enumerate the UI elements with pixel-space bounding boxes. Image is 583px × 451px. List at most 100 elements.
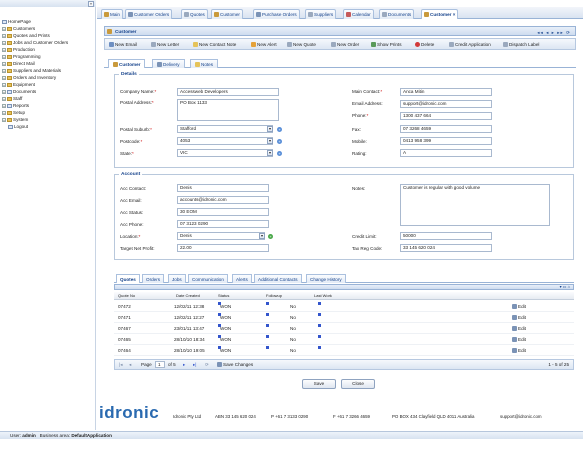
expand-icon[interactable]: + [2,61,6,66]
tab-additional-contacts[interactable]: Additional Contacts [254,274,302,283]
add-suburb-icon[interactable]: + [277,127,282,132]
expand-icon[interactable]: + [2,117,6,122]
expand-icon[interactable]: + [2,47,6,52]
tab-delivery[interactable]: Delivery [152,59,185,68]
main-contact-field[interactable]: Anca Mitin [400,88,492,96]
expand-icon[interactable]: + [2,89,6,94]
tab-change-history[interactable]: Change History [306,274,346,283]
save-changes-button[interactable]: Save Changes [217,362,253,368]
tree-item-programming[interactable]: + Programming [2,54,41,60]
company-name-field[interactable]: Accessweb Developers [177,88,279,96]
expand-icon[interactable]: + [2,75,6,80]
footer-email[interactable]: support@idronic.com [500,414,542,419]
tab-calendar[interactable]: Calendar [343,9,374,19]
tab-jobs-grid[interactable]: Jobs [168,274,186,283]
column-followup[interactable]: Followup [266,293,282,298]
acc-contact-field[interactable]: Denis [177,184,269,192]
expand-icon[interactable]: + [2,68,6,73]
grid-tools-icons[interactable]: ▾ ▭ ⌂ [560,284,570,289]
tab-customer-details[interactable]: Customer [108,59,146,68]
tab-main[interactable]: Main [101,9,123,19]
column-status[interactable]: Status [218,293,229,298]
edit-link[interactable]: Edit [512,337,526,343]
page-number-input[interactable]: 1 [155,361,165,368]
notes-field[interactable]: Customer is regular with good volume [400,184,550,226]
tree-item-suppliers[interactable]: + Suppliers and Materials [2,68,61,74]
edit-link[interactable]: Edit [512,326,526,332]
dropdown-arrow-icon[interactable]: ▾ [267,150,273,156]
new-letter-button[interactable]: New Letter [151,41,179,49]
tab-customer-orders[interactable]: Customer Orders [125,9,173,19]
tree-item-setup[interactable]: + Setup [2,110,25,116]
new-contact-note-button[interactable]: New Contact Note [193,41,236,49]
table-row[interactable]: 07467 23/01/11 13:47 WON No Edit [114,323,574,334]
table-row[interactable]: 07471 12/02/11 12:27 WON No Edit [114,312,574,323]
record-nav-icons[interactable]: ◂◂ ◂ ▸ ▸▸ ⟳ [537,28,571,37]
phone-field[interactable]: 1300 437 664 [400,112,492,120]
edit-link[interactable]: Edit [512,348,526,354]
edit-link[interactable]: Edit [512,304,526,310]
tab-quotes[interactable]: Quotes [181,9,208,19]
tree-item-direct-mail[interactable]: + Direct Mail [2,61,35,67]
edit-link[interactable]: Edit [512,315,526,321]
acc-phone-field[interactable]: 07 3123 0290 [177,220,269,228]
acc-email-field[interactable]: accounts@idronic.com [177,196,269,204]
column-last-work[interactable]: Last Work [314,293,332,298]
dispatch-label-button[interactable]: Dispatch Label [503,41,539,49]
expand-icon[interactable]: + [2,103,6,108]
acc-status-field[interactable]: 30 EOM [177,208,269,216]
refresh-icon[interactable]: ⟳ [205,362,209,368]
state-select[interactable]: VIC [177,149,273,157]
postal-address-field[interactable]: PO Box 1133 [177,99,279,121]
first-page-icon[interactable]: |◂ [119,362,123,368]
tab-communication[interactable]: Communication [188,274,228,283]
dropdown-arrow-icon[interactable]: ▾ [259,233,265,239]
close-button[interactable]: Close [341,379,375,389]
tree-item-staff[interactable]: + Staff [2,96,22,102]
close-tab-icon[interactable]: × [453,12,456,17]
tree-item-orders[interactable]: + Orders and Inventory [2,75,56,81]
tree-item-production[interactable]: + Production [2,47,35,53]
fax-field[interactable]: 07 3268 4659 [400,125,492,133]
new-alert-button[interactable]: New Alert [251,41,277,49]
column-date-created[interactable]: Date Created [176,293,200,298]
add-state-icon[interactable]: + [277,151,282,156]
tax-reg-field[interactable]: 33 145 620 024 [400,244,492,252]
show-prints-button[interactable]: Show Prints [371,41,402,49]
tab-notes[interactable]: Notes [190,59,219,68]
column-quote-no[interactable]: Quote No [118,293,135,298]
tree-item-logout[interactable]: Logout [8,124,28,130]
tab-customer-1[interactable]: Customer [211,9,243,19]
expand-icon[interactable]: + [2,26,6,31]
table-row[interactable]: 07472 12/02/11 12:38 WON No Edit [114,301,574,312]
mobile-field[interactable]: 0413 958 399 [400,137,492,145]
new-order-button[interactable]: New Order [331,41,359,49]
rating-field[interactable]: A [400,149,492,157]
tree-item-jobs[interactable]: + Jobs and Customer Orders [2,40,68,46]
add-postcode-icon[interactable]: + [277,139,282,144]
next-page-icon[interactable]: ▸ [183,362,185,368]
tree-item-equipment[interactable]: + Equipment [2,82,35,88]
prev-page-icon[interactable]: ◂ [129,362,131,368]
tree-item-reports[interactable]: + Reports [2,103,29,109]
expand-icon[interactable]: + [2,33,6,38]
tree-item-customers[interactable]: + Customers [2,26,35,32]
tree-item-documents[interactable]: + Documents [2,89,36,95]
new-quote-button[interactable]: New Quote [287,41,316,49]
tree-item-homepage[interactable]: HomePage [2,19,31,25]
dropdown-arrow-icon[interactable]: ▾ [267,126,273,132]
credit-application-button[interactable]: Credit Application [449,41,491,49]
expand-icon[interactable]: + [2,82,6,87]
tree-item-system[interactable]: + System [2,117,28,123]
add-location-icon[interactable]: + [268,234,273,239]
tab-customer-active[interactable]: Customer × [421,9,459,19]
postal-suburb-select[interactable]: Stafford [177,125,273,133]
table-row[interactable]: 07465 28/10/10 18:34 WON No Edit [114,334,574,345]
credit-limit-field[interactable]: 50000 [400,232,492,240]
tab-alerts[interactable]: Alerts [232,274,252,283]
expand-icon[interactable]: + [2,96,6,101]
tab-purchase-orders[interactable]: Purchase Orders [253,9,300,19]
dropdown-arrow-icon[interactable]: ▾ [267,138,273,144]
expand-icon[interactable]: + [2,40,6,45]
new-email-button[interactable]: New Email [109,41,137,49]
